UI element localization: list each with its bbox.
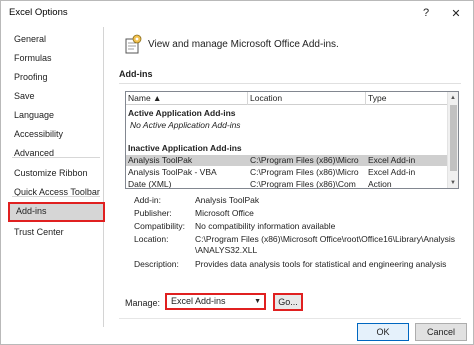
window-title: Excel Options — [9, 7, 68, 18]
list-header: Name ▲ Location Type — [126, 92, 448, 105]
help-button[interactable]: ? — [415, 3, 437, 23]
cell-type: Excel Add-in — [368, 167, 416, 177]
sidebar-item-customize-ribbon[interactable]: Customize Ribbon — [9, 164, 101, 182]
sidebar-item-trust-center[interactable]: Trust Center — [9, 223, 101, 241]
detail-label-location: Location: — [134, 234, 169, 244]
go-button-label: Go... — [278, 297, 298, 307]
chevron-down-icon: ▼ — [254, 298, 261, 305]
cancel-button[interactable]: Cancel — [415, 323, 467, 341]
title-bar: Excel Options ? ✕ — [1, 1, 473, 25]
detail-value-add-in: Analysis ToolPak — [195, 195, 260, 205]
cell-name: Analysis ToolPak — [128, 155, 193, 165]
column-header-type[interactable]: Type — [366, 92, 448, 105]
detail-value-description: Provides data analysis tools for statist… — [195, 259, 447, 269]
sidebar-item-language[interactable]: Language — [9, 106, 101, 124]
manage-dropdown-value: Excel Add-ins — [171, 296, 226, 306]
sidebar-item-add-ins[interactable]: Add-ins — [8, 202, 105, 222]
detail-value-publisher: Microsoft Office — [195, 208, 254, 218]
sidebar-divider — [12, 157, 100, 158]
list-item[interactable]: Analysis ToolPak - VBA C:\Program Files … — [126, 167, 448, 178]
section-divider — [119, 83, 461, 84]
sidebar-item-quick-access-toolbar[interactable]: Quick Access Toolbar — [9, 183, 101, 201]
detail-label-description: Description: — [134, 259, 179, 269]
cell-location: C:\Program Files (x86)\Micro — [250, 167, 359, 177]
scroll-up-icon[interactable]: ▲ — [448, 92, 458, 103]
group-label-active: Active Application Add-ins — [128, 108, 236, 118]
sidebar-item-save[interactable]: Save — [9, 87, 101, 105]
group-empty-active: No Active Application Add-ins — [130, 120, 241, 130]
sidebar-item-advanced[interactable]: Advanced — [9, 144, 101, 162]
footer-divider — [119, 318, 461, 319]
list-body: Active Application Add-ins No Active App… — [126, 106, 448, 189]
go-button[interactable]: Go... — [273, 293, 303, 311]
sidebar-item-proofing[interactable]: Proofing — [9, 68, 101, 86]
sidebar-item-formulas[interactable]: Formulas — [9, 49, 101, 67]
detail-label-publisher: Publisher: — [134, 208, 172, 218]
ok-button[interactable]: OK — [357, 323, 409, 341]
cell-location: C:\Program Files (x86)\Micro — [250, 155, 359, 165]
manage-label: Manage: — [125, 298, 161, 308]
add-ins-list[interactable]: Name ▲ Location Type Active Application … — [125, 91, 459, 189]
scroll-down-icon[interactable]: ▼ — [448, 177, 458, 188]
column-header-location[interactable]: Location — [248, 92, 366, 105]
cell-name: Analysis ToolPak - VBA — [128, 167, 217, 177]
detail-value-location: C:\Program Files (x86)\Microsoft Office\… — [195, 234, 455, 244]
detail-value-location-cont: \ANALYS32.XLL — [195, 245, 258, 255]
column-header-name[interactable]: Name ▲ — [126, 92, 248, 105]
list-item[interactable]: Analysis ToolPak C:\Program Files (x86)\… — [126, 155, 448, 166]
sidebar-divider — [12, 196, 100, 197]
add-ins-gear-icon — [125, 34, 142, 54]
options-sidebar: General Formulas Proofing Save Language … — [6, 27, 105, 327]
cell-type: Excel Add-in — [368, 155, 416, 165]
cell-name: Date (XML) — [128, 179, 172, 189]
cell-type: Action — [368, 179, 392, 189]
detail-value-compatibility: No compatibility information available — [195, 221, 336, 231]
list-item[interactable]: Date (XML) C:\Program Files (x86)\Com Ac… — [126, 179, 448, 189]
list-scrollbar[interactable]: ▲ ▼ — [447, 92, 458, 188]
section-title-add-ins: Add-ins — [119, 69, 153, 79]
detail-label-add-in: Add-in: — [134, 195, 161, 205]
scroll-thumb[interactable] — [450, 105, 457, 171]
excel-options-dialog: Excel Options ? ✕ General Formulas Proof… — [0, 0, 474, 345]
sidebar-item-accessibility[interactable]: Accessibility — [9, 125, 101, 143]
sidebar-item-general[interactable]: General — [9, 30, 101, 48]
detail-label-compatibility: Compatibility: — [134, 221, 186, 231]
close-button[interactable]: ✕ — [445, 3, 467, 23]
cell-location: C:\Program Files (x86)\Com — [250, 179, 356, 189]
manage-dropdown[interactable]: Excel Add-ins ▼ — [165, 293, 266, 310]
page-heading: View and manage Microsoft Office Add-ins… — [148, 39, 339, 50]
group-label-inactive: Inactive Application Add-ins — [128, 143, 242, 153]
